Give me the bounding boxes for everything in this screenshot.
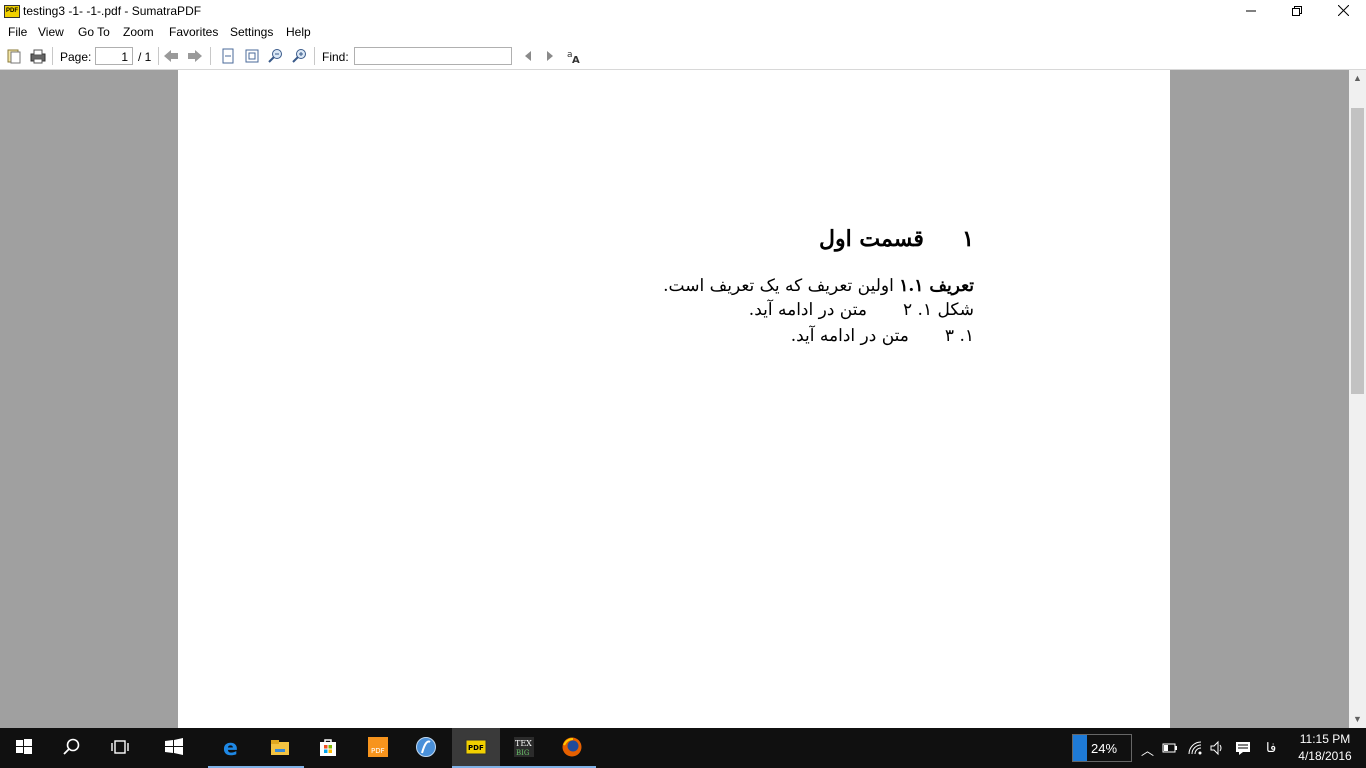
start-icon <box>16 739 32 754</box>
page-label: Page: <box>60 50 92 64</box>
close-button[interactable] <box>1320 0 1366 22</box>
tex-icon: TEXBIG <box>514 737 534 757</box>
document-view[interactable]: ۱ قسمت اول تعریف ۱.۱ اولین تعریف که یک ت… <box>0 70 1349 728</box>
menu-settings[interactable]: Settings <box>230 25 273 39</box>
pdf-app-button[interactable]: PDF <box>354 728 402 768</box>
language-indicator[interactable]: فا <box>1266 740 1276 756</box>
item-text: متن در ادامه آید. <box>790 326 909 346</box>
find-next-icon[interactable] <box>542 48 558 64</box>
match-case-icon[interactable]: aA <box>566 48 582 64</box>
separator <box>210 47 211 65</box>
sumatra-button[interactable]: PDF <box>452 728 500 768</box>
edge-icon: e <box>223 736 238 758</box>
definition-line: تعریف ۱.۱ اولین تعریف که یک تعریف است. <box>663 276 974 296</box>
toolbar: Page: 1 / 1 Find: aA <box>0 42 1366 70</box>
restore-icon <box>1292 6 1302 16</box>
minimize-button[interactable] <box>1228 0 1274 22</box>
fit-page-icon[interactable] <box>220 48 236 64</box>
clock-time: 11:15 PM <box>1299 732 1351 746</box>
svg-text:BIG: BIG <box>516 749 530 757</box>
windows-store-tile-icon <box>165 738 183 755</box>
zoom-in-icon[interactable] <box>292 48 308 64</box>
file-explorer-button[interactable] <box>256 728 304 768</box>
title-bar: PDF testing3 -1- -1-.pdf - SumatraPDF <box>0 0 1366 22</box>
scroll-down-icon[interactable]: ▼ <box>1349 711 1366 728</box>
battery-indicator[interactable]: 24% <box>1072 734 1132 762</box>
firefox-button[interactable] <box>548 728 596 768</box>
menu-zoom[interactable]: Zoom <box>123 25 154 39</box>
battery-percent: 24% <box>1091 741 1118 756</box>
pdf-app-icon: PDF <box>368 737 388 757</box>
pdf-page: ۱ قسمت اول تعریف ۱.۱ اولین تعریف که یک ت… <box>178 70 1170 728</box>
menu-favorites[interactable]: Favorites <box>169 25 218 39</box>
svg-text:PDF: PDF <box>371 747 385 755</box>
show-hidden-icons-icon[interactable]: ︿ <box>1141 740 1154 759</box>
restore-button[interactable] <box>1274 0 1320 22</box>
close-icon <box>1337 4 1349 17</box>
minimize-icon <box>1246 10 1256 12</box>
volume-icon[interactable] <box>1209 740 1225 756</box>
store-button[interactable] <box>304 728 352 768</box>
wifi-icon[interactable] <box>1187 740 1203 756</box>
figure-line: شکل ۱. ۲ متن در ادامه آید. <box>749 300 974 320</box>
item-line: ۱. ۳ متن در ادامه آید. <box>791 326 974 346</box>
figure-label: شکل ۱. ۲ <box>902 300 974 320</box>
svg-text:A: A <box>572 55 580 64</box>
vertical-scrollbar[interactable]: ▲ ▼ <box>1349 70 1366 728</box>
open-icon[interactable] <box>6 48 22 64</box>
task-view-icon <box>111 740 129 754</box>
scroll-up-icon[interactable]: ▲ <box>1349 70 1366 87</box>
sumatra-logo-icon: PDF <box>4 5 20 18</box>
clock-date: 4/18/2016 <box>1298 749 1352 763</box>
tex-button[interactable]: TEX BIG <box>500 728 548 768</box>
figure-text: متن در ادامه آید. <box>748 300 867 320</box>
browser-button[interactable] <box>402 728 450 768</box>
clock[interactable]: 11:15 PM 4/18/2016 <box>1292 731 1358 765</box>
store-icon <box>320 739 336 756</box>
item-label: ۱. ۳ <box>944 326 974 346</box>
edge-button[interactable]: e <box>208 728 256 768</box>
battery-level-fill <box>1073 735 1087 761</box>
action-center-icon[interactable] <box>1235 741 1251 755</box>
menu-view[interactable]: View <box>38 25 64 39</box>
fit-width-icon[interactable] <box>244 48 260 64</box>
menu-bar: File View Go To Zoom Favorites Settings … <box>0 22 1366 42</box>
section-heading: ۱ قسمت اول <box>819 226 974 252</box>
separator <box>314 47 315 65</box>
find-input[interactable] <box>354 47 512 65</box>
find-label: Find: <box>322 50 349 64</box>
svg-text:PDF: PDF <box>468 744 484 752</box>
browser-icon <box>416 737 436 757</box>
firefox-icon <box>562 737 582 757</box>
find-previous-icon[interactable] <box>520 48 536 64</box>
separator <box>158 47 159 65</box>
svg-text:TEX: TEX <box>515 739 532 748</box>
print-icon[interactable] <box>30 48 46 64</box>
menu-goto[interactable]: Go To <box>78 25 110 39</box>
zoom-out-icon[interactable] <box>268 48 284 64</box>
power-icon[interactable] <box>1162 741 1178 755</box>
taskbar: e PDF PDF TEX BIG 24% ︿ فا 11:15 PM 4/18/… <box>0 728 1366 768</box>
definition-label: تعریف ۱.۱ <box>899 276 974 296</box>
search-icon <box>63 738 80 755</box>
menu-file[interactable]: File <box>8 25 27 39</box>
scroll-thumb[interactable] <box>1351 108 1364 394</box>
task-view-button[interactable] <box>96 728 144 768</box>
previous-page-icon[interactable] <box>163 48 179 64</box>
next-page-icon[interactable] <box>187 48 203 64</box>
window-title: testing3 -1- -1-.pdf - SumatraPDF <box>23 4 202 18</box>
search-button[interactable] <box>48 728 96 768</box>
menu-help[interactable]: Help <box>286 25 311 39</box>
start-button[interactable] <box>0 728 48 768</box>
separator <box>52 47 53 65</box>
definition-text: اولین تعریف که یک تعریف است. <box>663 276 900 296</box>
sumatra-icon: PDF <box>465 739 487 755</box>
page-total: / 1 <box>138 50 152 64</box>
svg-text:e: e <box>223 736 238 758</box>
page-number-input[interactable]: 1 <box>95 47 133 65</box>
windows-tile-button[interactable] <box>150 728 198 768</box>
file-explorer-icon <box>271 740 289 755</box>
